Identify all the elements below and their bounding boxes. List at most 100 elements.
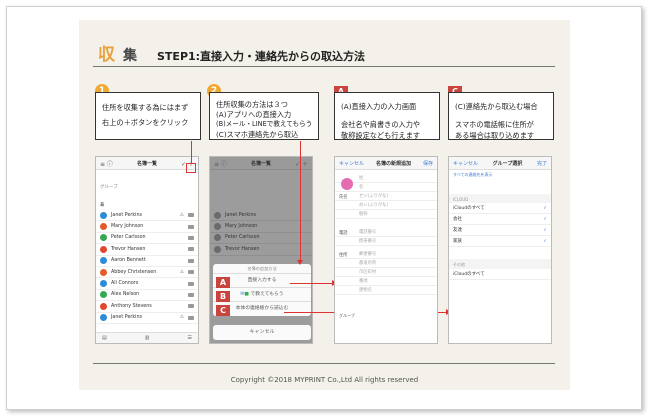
contact-row[interactable]: Abbey Christensen ⚠ <box>96 267 198 279</box>
avatar <box>100 245 107 253</box>
contact-name: Anthony Stevens <box>111 303 152 309</box>
contact-name: Peter Carlsson <box>111 235 146 241</box>
contact-name: Mary Johnson <box>111 224 144 230</box>
avatar <box>100 291 107 299</box>
contact-row[interactable]: Janet Perkins ⚠ <box>96 210 198 222</box>
group-item[interactable]: iCloudのすべて ✓ <box>449 203 551 214</box>
input-field[interactable]: せい(ふりがな) <box>335 192 437 201</box>
group-label[interactable]: グループ <box>96 170 198 192</box>
input-field[interactable]: 敬称 <box>335 210 437 219</box>
step2-line: 住所収集の方法は３つ <box>216 100 288 109</box>
nav-title: 名簿一覧 <box>250 160 271 167</box>
contact-row[interactable]: Alex Nelson <box>96 290 198 302</box>
title-char-2: 集 <box>123 48 137 64</box>
message-icon[interactable] <box>188 213 194 218</box>
contact-row: Trevor Hansen <box>210 244 312 256</box>
contact-row[interactable]: Peter Carlsson <box>96 233 198 245</box>
stepc-line: スマホの電話帳に住所が <box>455 120 534 129</box>
stepa-line: 敬称設定なども行えます <box>341 131 421 140</box>
menu-icon: ≡ ⓘ <box>214 160 227 168</box>
avatar <box>100 302 107 310</box>
warning-icon: ⚠ <box>179 269 184 275</box>
input-field[interactable]: 携帯番号 <box>335 237 437 246</box>
input-field[interactable]: 郵便番号 <box>335 250 437 259</box>
cancel-button[interactable]: キャンセル <box>213 325 311 340</box>
toolbar-icon[interactable]: ☰ <box>188 335 192 341</box>
nav-bar: キャンセル 名簿の新規追加 保存 <box>335 157 437 170</box>
nav-title: 名簿一覧 <box>136 160 157 167</box>
pointer-line <box>191 141 192 163</box>
group-item[interactable]: 友達 ✓ <box>449 225 551 236</box>
contact-row[interactable]: Trevor Hansen <box>96 244 198 256</box>
menu-icon[interactable]: ≡ ⓘ <box>100 159 113 168</box>
stepc-line: (C)連絡先から取込む場合 <box>455 102 538 111</box>
contact-row[interactable]: Mary Johnson <box>96 221 198 233</box>
avatar[interactable] <box>341 178 353 190</box>
group-item[interactable]: 家族 ✓ <box>449 236 551 247</box>
input-field[interactable]: 番地 <box>335 277 437 286</box>
input-field[interactable]: めい(ふりがな) <box>335 201 437 210</box>
warning-icon: ⚠ <box>179 212 184 218</box>
avatar <box>100 280 107 288</box>
other-group-list: iCloudのすべて <box>449 269 551 280</box>
group-list: iCloudのすべて ✓ 会社 ✓ 友達 ✓ 家族 ✓ <box>449 203 551 247</box>
contact-row: Mary Johnson <box>210 221 312 233</box>
nav-bar: ≡ ⓘ 名簿一覧 ✓ ＋ <box>210 157 312 170</box>
message-icon[interactable] <box>188 270 194 275</box>
plus-button-highlight[interactable] <box>186 163 196 173</box>
nav-cancel[interactable]: キャンセル <box>453 160 478 167</box>
nav-done[interactable]: 完了 <box>537 160 547 167</box>
avatar <box>100 257 107 265</box>
avatar <box>100 223 107 231</box>
warning-icon: ⚠ <box>179 315 184 321</box>
phone-screen-group-select: キャンセル グループ選択 完了 すべての連絡先を表示 ICLOUD iCloud… <box>448 156 552 344</box>
add-contact-icon: ✓ ＋ <box>295 160 308 168</box>
message-icon[interactable] <box>188 281 194 286</box>
input-field[interactable]: 建物名 <box>335 286 437 295</box>
message-icon[interactable] <box>188 304 194 309</box>
phone-screen-contact-list: ≡ ⓘ 名簿一覧 ✓ ＋ グループ あ Janet Perkins ⚠ Mary J… <box>95 156 199 344</box>
input-field[interactable]: 市区町村 <box>335 268 437 277</box>
avatar <box>214 234 221 242</box>
input-field[interactable]: 電話番号 <box>335 228 437 237</box>
title-divider <box>93 66 555 67</box>
contact-list-dimmed: Janet Perkins Mary Johnson Peter Carlsson T… <box>210 210 312 256</box>
check-icon: ✓ <box>543 238 547 244</box>
contact-row[interactable]: Janet Perkins ⚠ <box>96 313 198 324</box>
step1-line: 住所を収集する為にはまず <box>102 103 189 112</box>
contact-name: Janet Perkins <box>111 212 143 218</box>
contact-row: Janet Perkins <box>210 210 312 222</box>
section-other: その他 <box>449 259 551 269</box>
nav-save[interactable]: 保存 <box>423 160 433 167</box>
nav-cancel[interactable]: キャンセル <box>339 160 364 167</box>
message-icon[interactable] <box>188 224 194 229</box>
page-title: 収 集 STEP1:直接入力・連絡先からの取込方法 <box>98 40 365 65</box>
message-icon[interactable] <box>188 258 194 263</box>
tel-section: 電話 電話番号 携帯番号 <box>335 228 437 246</box>
contact-row[interactable]: Anthony Stevens <box>96 301 198 313</box>
bottom-toolbar: ▤ ▥ ☰ <box>96 332 198 343</box>
option-marker-b: B <box>216 291 230 302</box>
input-field[interactable]: 都道府県 <box>335 259 437 268</box>
toolbar-icon[interactable]: ▥ <box>145 335 150 341</box>
option-marker-c: C <box>216 305 230 316</box>
contact-row[interactable]: Ali Connors <box>96 278 198 290</box>
group-item[interactable]: 会社 ✓ <box>449 214 551 225</box>
arrow-to-a <box>290 283 334 284</box>
contact-name: Ali Connors <box>111 281 139 287</box>
tel-fields: 電話番号 携帯番号 <box>335 228 437 246</box>
message-icon[interactable] <box>188 235 194 240</box>
message-icon[interactable] <box>188 315 194 320</box>
show-all-link[interactable]: すべての連絡先を表示 <box>449 170 551 180</box>
toolbar-icon[interactable]: ▤ <box>102 335 107 341</box>
check-icon: ✓ <box>543 216 547 222</box>
group-label[interactable]: グループ <box>335 311 437 321</box>
section-icloud: ICLOUD <box>449 194 551 203</box>
phone-screen-direct-input: キャンセル 名簿の新規追加 保存 氏名 姓名せい(ふりがな) めい(ふりがな) 敬称… <box>334 156 438 344</box>
group-item[interactable]: iCloudのすべて <box>449 269 551 280</box>
message-icon[interactable] <box>188 247 194 252</box>
contact-row[interactable]: Aaron Bennett <box>96 256 198 267</box>
message-icon[interactable] <box>188 292 194 297</box>
footer-copyright: Copyright ©2018 MYPRINT Co.,Ltd All righ… <box>230 376 419 384</box>
